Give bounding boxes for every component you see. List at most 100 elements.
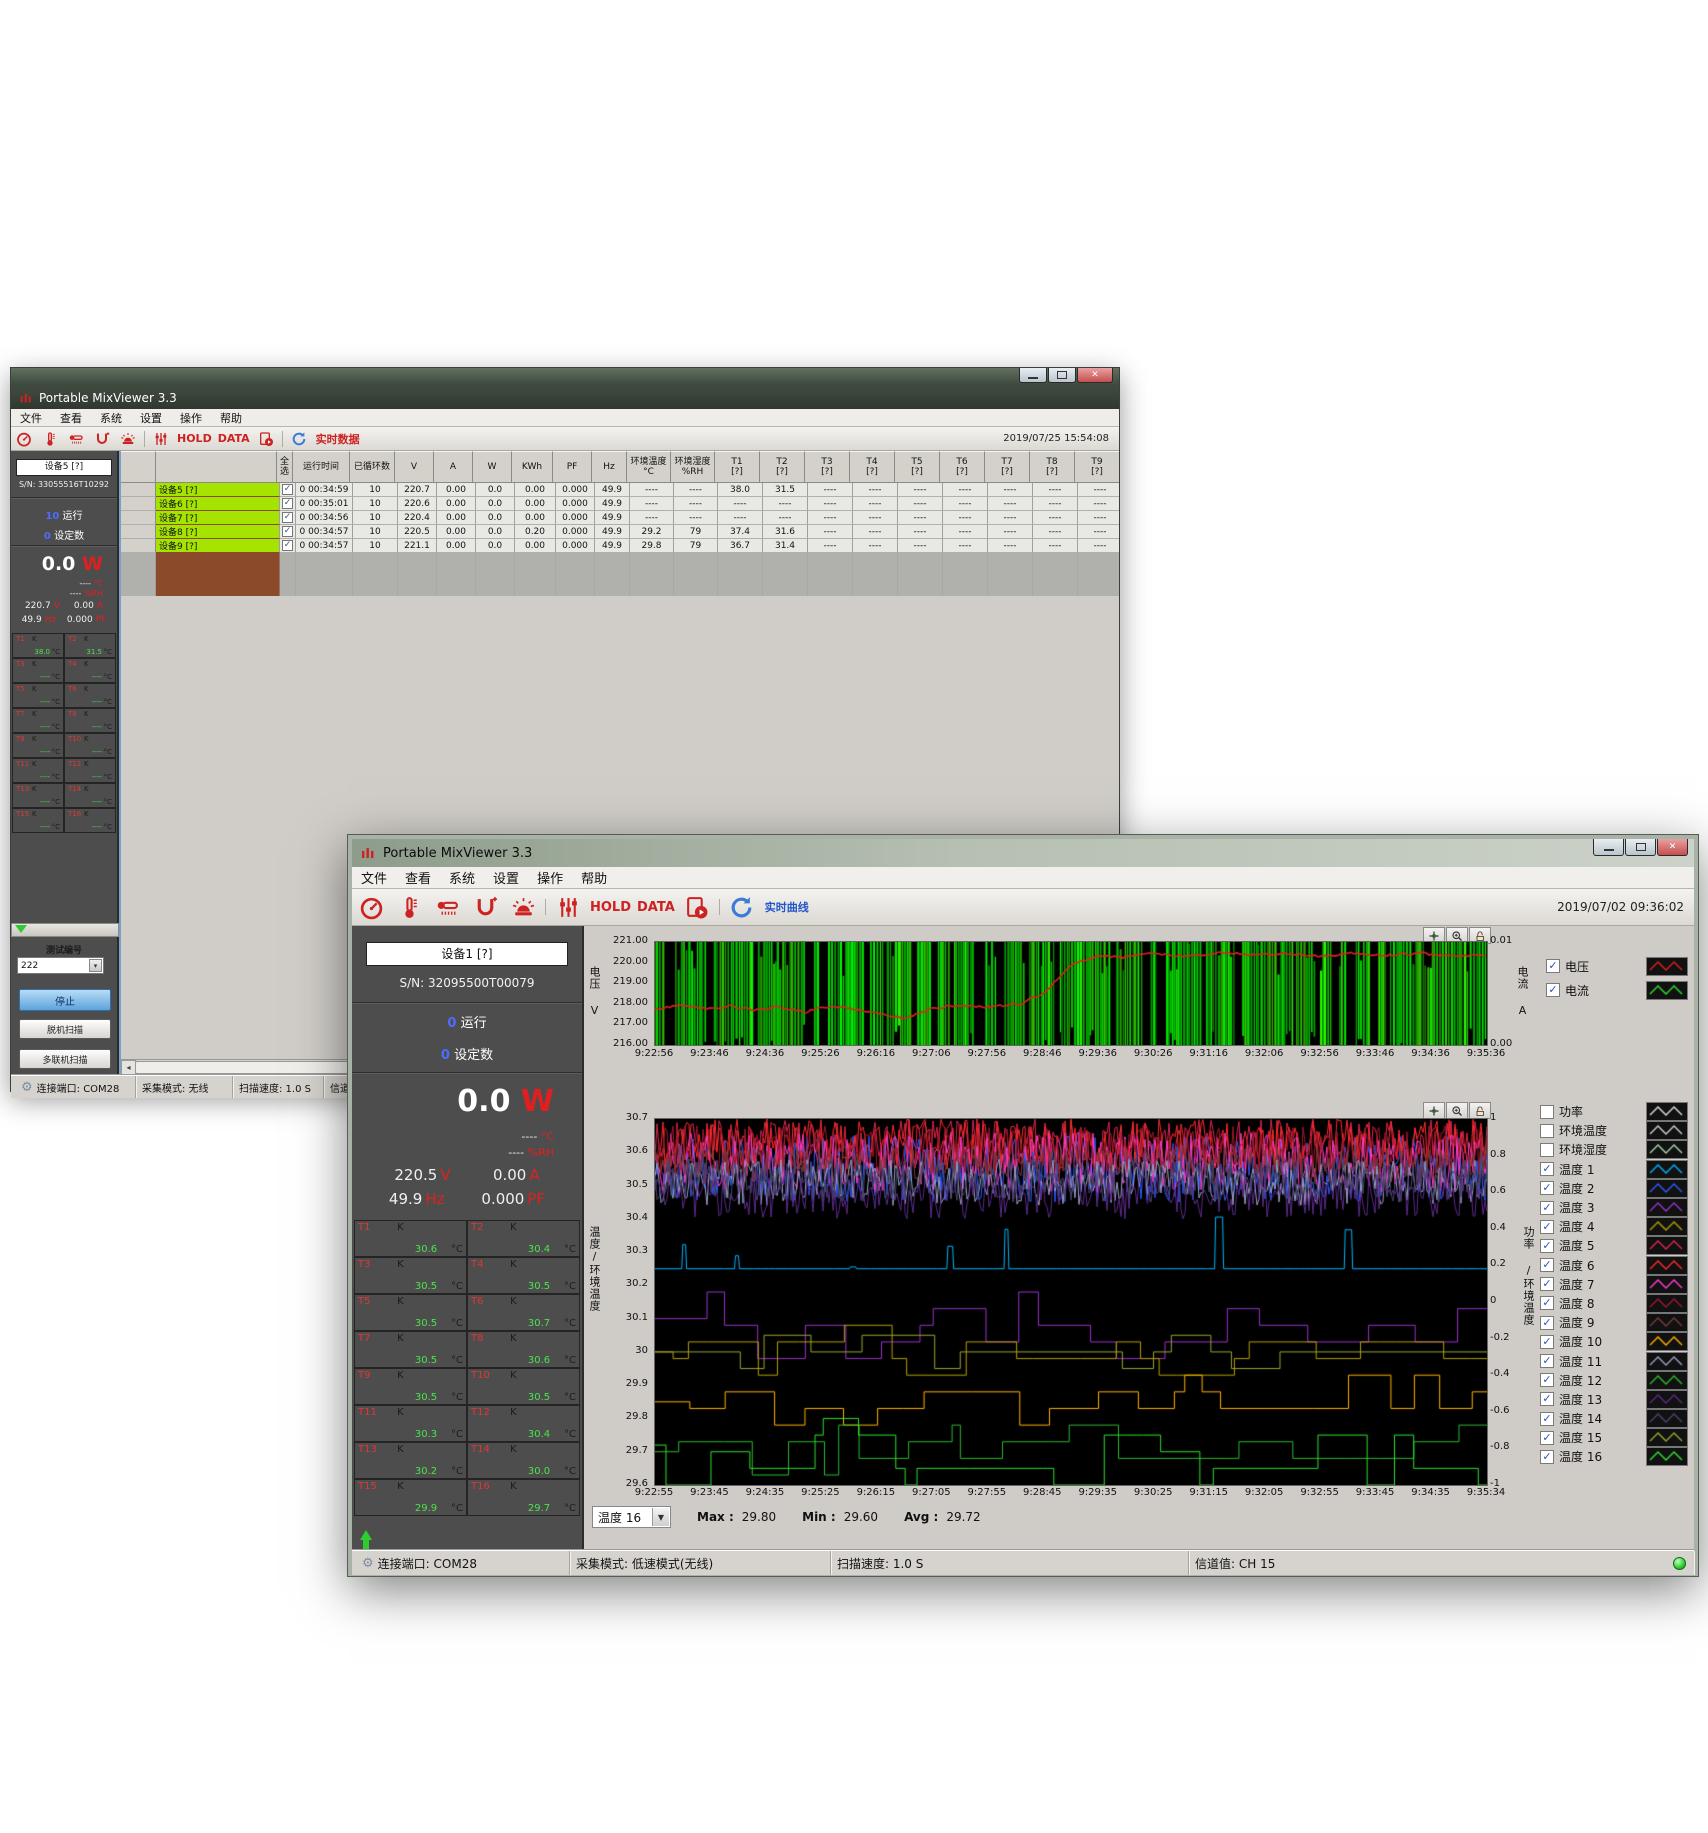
header-cell[interactable]: T7[?] [985,451,1030,483]
legend-checkbox[interactable] [1540,1105,1554,1119]
refresh-icon[interactable] [288,429,310,448]
voltage-icon[interactable] [468,892,502,922]
mixer-icon[interactable] [150,429,172,448]
header-cell[interactable]: T1[?] [715,451,760,483]
legend-checkbox[interactable]: ✓ [1540,1354,1554,1368]
legend-checkbox[interactable]: ✓ [1540,1373,1554,1387]
zoom-tool-icon[interactable] [1446,1102,1468,1119]
crosshair-tool-icon[interactable] [1423,1102,1445,1119]
header-cell[interactable]: V [395,451,434,483]
data-button[interactable]: DATA [215,432,253,445]
menu-item[interactable]: 系统 [440,868,484,887]
header-cell[interactable]: T6[?] [940,451,985,483]
menu-item[interactable]: 查看 [51,410,91,426]
legend-checkbox[interactable]: ✓ [1546,959,1560,973]
legend-checkbox[interactable]: ✓ [1540,1412,1554,1426]
alarm-icon[interactable] [117,429,139,448]
menu-item[interactable]: 文件 [352,868,396,887]
test-number-input[interactable]: 222 ▾ [17,957,104,974]
legend-checkbox[interactable]: ✓ [1540,1277,1554,1291]
legend-checkbox[interactable]: ✓ [1540,1239,1554,1253]
device-selector[interactable]: 设备1 [?] [366,942,568,966]
table-row[interactable]: 设备8 [?]✓0 00:34:5710220.50.000.00.200.00… [121,525,1119,539]
device-name-cell[interactable]: 设备8 [?] [156,525,280,539]
header-cell[interactable]: W [473,451,512,483]
alarm-icon[interactable] [506,892,540,922]
maximize-button[interactable] [1625,839,1656,856]
header-cell[interactable]: 运行时间 [293,451,350,483]
legend-checkbox[interactable] [1540,1143,1554,1157]
menu-item[interactable]: 文件 [11,410,51,426]
row-checkbox[interactable]: ✓ [282,526,293,537]
menu-item[interactable]: 操作 [171,410,211,426]
table-row[interactable]: 设备5 [?]✓0 00:34:5910220.70.000.00.000.00… [121,483,1119,497]
thermometer-icon[interactable] [392,892,426,922]
header-cell[interactable]: Hz [592,451,627,483]
select-cell[interactable]: ✓ [280,539,296,553]
legend-checkbox[interactable]: ✓ [1540,1220,1554,1234]
hold-button[interactable]: HOLD [174,432,215,445]
device-name-cell[interactable]: 设备7 [?] [156,511,280,525]
header-cell[interactable]: T3[?] [805,451,850,483]
pan-tool-icon[interactable] [1469,1102,1491,1119]
header-cell[interactable]: 全选 [277,451,293,483]
table-row[interactable]: 设备6 [?]✓0 00:35:0110220.60.000.00.000.00… [121,497,1119,511]
hold-button[interactable]: HOLD [587,900,634,915]
menu-item[interactable]: 查看 [396,868,440,887]
live-curve-label[interactable]: 实时曲线 [765,899,809,915]
minimize-button[interactable] [1593,839,1624,856]
header-cell[interactable]: KWh [512,451,553,483]
close-button[interactable]: ✕ [1077,368,1113,383]
legend-checkbox[interactable]: ✓ [1540,1296,1554,1310]
mixer-icon[interactable] [551,892,585,922]
close-button[interactable]: ✕ [1657,839,1688,856]
export-icon[interactable] [680,892,714,922]
legend-checkbox[interactable] [1540,1124,1554,1138]
export-icon[interactable] [255,429,277,448]
live-data-label[interactable]: 实时数据 [316,431,360,447]
select-cell[interactable]: ✓ [280,497,296,511]
legend-checkbox[interactable]: ✓ [1540,1431,1554,1445]
maximize-button[interactable] [1048,368,1076,383]
gauge-icon[interactable] [354,892,388,922]
legend-checkbox[interactable]: ✓ [1540,1181,1554,1195]
device-name-cell[interactable]: 设备5 [?] [156,483,280,497]
legend-checkbox[interactable]: ✓ [1540,1201,1554,1215]
temperature-chart[interactable] [654,1118,1488,1486]
legend-checkbox[interactable]: ✓ [1540,1392,1554,1406]
header-cell[interactable]: 环境温度°C [627,451,671,483]
device-name-cell[interactable]: 设备9 [?] [156,539,280,553]
header-cell[interactable]: T2[?] [760,451,805,483]
legend-checkbox[interactable]: ✓ [1540,1316,1554,1330]
offline-scan-button[interactable]: 脱机扫描 [19,1019,111,1039]
multi-scan-button[interactable]: 多联机扫描 [19,1049,111,1069]
legend-checkbox[interactable]: ✓ [1540,1335,1554,1349]
legend-checkbox[interactable]: ✓ [1546,983,1560,997]
voltage-icon[interactable] [91,429,113,448]
header-cell[interactable]: PF [553,451,592,483]
device-selector[interactable]: 设备5 [?] [16,459,112,476]
thermometer-icon[interactable] [39,429,61,448]
row-checkbox[interactable]: ✓ [282,498,293,509]
header-cell[interactable]: T5[?] [895,451,940,483]
minimize-button[interactable] [1019,368,1047,383]
select-cell[interactable]: ✓ [280,483,296,497]
scroll-left-icon[interactable]: ◂ [121,1060,136,1075]
data-button[interactable]: DATA [634,900,678,915]
front-titlebar[interactable]: Portable MixViewer 3.3 ✕ [352,839,1694,867]
device-name-cell[interactable]: 设备6 [?] [156,497,280,511]
row-checkbox[interactable]: ✓ [282,540,293,551]
header-cell[interactable]: T4[?] [850,451,895,483]
legend-checkbox[interactable]: ✓ [1540,1450,1554,1464]
menu-item[interactable]: 设置 [131,410,171,426]
select-cell[interactable]: ✓ [280,511,296,525]
menu-item[interactable]: 设置 [484,868,528,887]
table-row[interactable]: 设备9 [?]✓0 00:34:5710221.10.000.00.000.00… [121,539,1119,553]
clamp-meter-icon[interactable] [430,892,464,922]
panel-splitter[interactable] [11,923,119,937]
stop-button[interactable]: 停止 [19,989,111,1011]
header-cell[interactable] [156,451,277,483]
row-checkbox[interactable]: ✓ [282,512,293,523]
header-cell[interactable]: T9[?] [1075,451,1119,483]
select-cell[interactable]: ✓ [280,525,296,539]
